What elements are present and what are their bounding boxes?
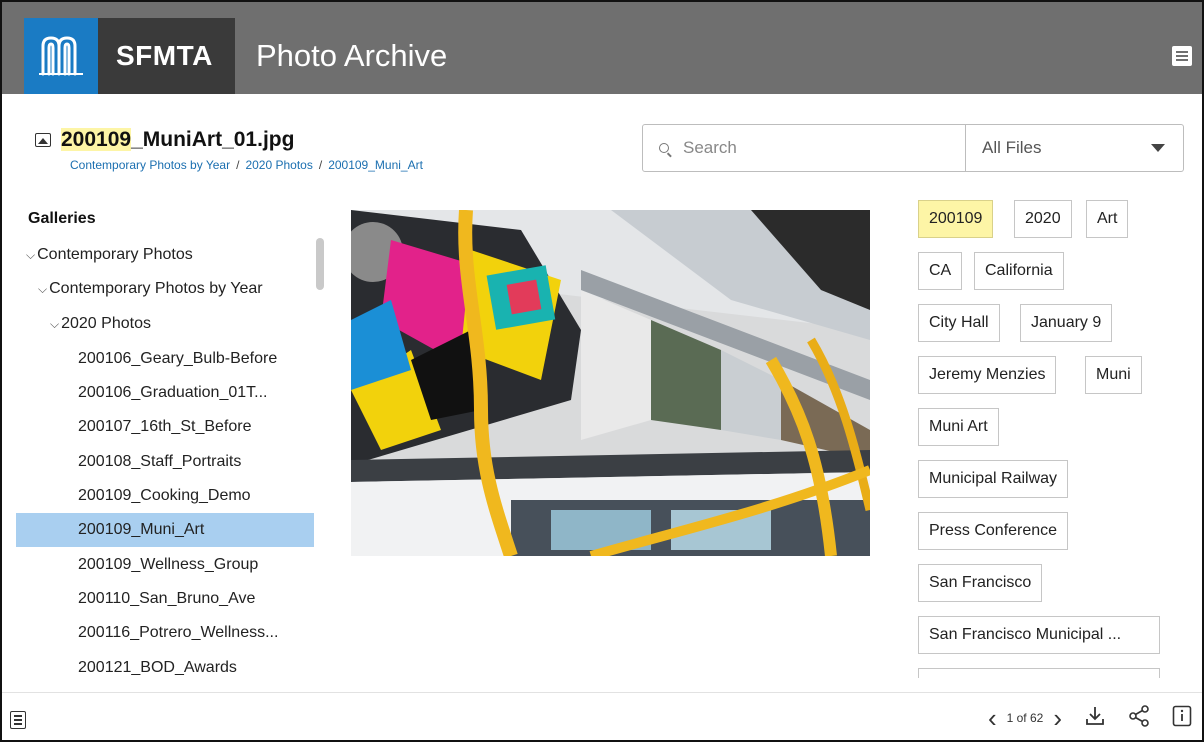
chevron-down-icon[interactable]: ⌵	[26, 248, 35, 262]
tree-item[interactable]: 200121_BOD_Awards	[16, 651, 314, 685]
next-page-button[interactable]: ›	[1053, 705, 1062, 731]
tag-list: 200109 2020 Art CA California City Hall …	[918, 200, 1198, 678]
tag-chip[interactable]: San Francisco Municipal ...	[918, 616, 1160, 654]
tag-chip[interactable]: CA	[918, 252, 963, 290]
file-filter-select[interactable]: All Files	[966, 124, 1184, 172]
galleries-heading: Galleries	[28, 210, 96, 227]
chevron-down-icon	[1151, 144, 1165, 152]
search-box	[642, 124, 966, 172]
filter-value: All Files	[982, 138, 1042, 157]
breadcrumb-link[interactable]: 200109_Muni_Art	[328, 158, 423, 172]
sfmta-logo[interactable]: SFMTA	[24, 18, 235, 94]
tree-item[interactable]: 200110_San_Bruno_Ave	[16, 582, 314, 616]
tree-item[interactable]: 200106_Graduation_01T...	[16, 376, 314, 410]
page-indicator: 1 of 62	[1006, 711, 1044, 725]
tree-item[interactable]: 200108_Staff_Portraits	[16, 445, 314, 479]
breadcrumb-link[interactable]: 2020 Photos	[245, 158, 312, 172]
file-name-highlight: 200109	[61, 128, 132, 151]
chevron-down-icon[interactable]: ⌵	[38, 282, 47, 296]
tag-chip[interactable]: San Francisco	[918, 564, 1043, 602]
tree-item-contemporary-photos[interactable]: ⌵ Contemporary Photos	[16, 238, 314, 272]
file-title: 200109_MuniArt_01.jpg	[35, 128, 294, 152]
tag-chip[interactable]: Art	[1086, 200, 1129, 238]
tree-item[interactable]: 200109_Cooking_Demo	[16, 479, 314, 513]
tag-chip[interactable]: Press Conference	[918, 512, 1069, 550]
tree-item[interactable]: 200116_Potrero_Wellness...	[16, 616, 314, 650]
list-view-icon[interactable]	[10, 711, 26, 729]
top-bar: SFMTA Photo Archive	[2, 2, 1202, 94]
info-icon[interactable]	[1172, 705, 1192, 732]
tree-item-photos-by-year[interactable]: ⌵ Contemporary Photos by Year	[16, 272, 314, 306]
share-icon[interactable]	[1128, 704, 1150, 732]
breadcrumb: Contemporary Photos by Year / 2020 Photos /…	[70, 158, 423, 172]
muni-worm-logo-icon	[24, 18, 98, 94]
tag-chip-partial[interactable]	[918, 668, 1160, 678]
image-file-icon	[35, 133, 51, 147]
tag-chip[interactable]: Municipal Railway	[918, 460, 1069, 498]
tag-chip[interactable]: City Hall	[918, 304, 1000, 342]
tree-item-label: Contemporary Photos	[37, 246, 193, 263]
tag-chip[interactable]: Jeremy Menzies	[918, 356, 1057, 394]
pager: ‹ 1 of 62 ›	[988, 703, 1192, 733]
tag-chip[interactable]: California	[974, 252, 1064, 290]
file-name-rest: _MuniArt_01.jpg	[131, 128, 295, 151]
photo-preview[interactable]	[351, 210, 870, 556]
app-window: SFMTA Photo Archive 200109_MuniArt_01.jp…	[0, 0, 1204, 742]
tree-item[interactable]: 200106_Geary_Bulb-Before	[16, 342, 314, 376]
breadcrumb-separator: /	[318, 158, 323, 172]
download-icon[interactable]	[1084, 705, 1106, 732]
breadcrumb-separator: /	[236, 158, 240, 172]
previous-page-button[interactable]: ‹	[988, 705, 997, 731]
breadcrumb-link[interactable]: Contemporary Photos by Year	[70, 158, 230, 172]
tree-item-selected[interactable]: 200109_Muni_Art	[16, 513, 314, 547]
tag-chip[interactable]: 2020	[1014, 200, 1072, 238]
logo-text: SFMTA	[116, 40, 213, 71]
search-icon	[659, 143, 669, 153]
app-title: Photo Archive	[256, 38, 448, 73]
galleries-sidebar: Galleries ⌵ Contemporary Photos ⌵ Contempo…	[16, 202, 314, 688]
tag-chip[interactable]: January 9	[1020, 304, 1113, 342]
tree-item-2020-photos[interactable]: ⌵ 2020 Photos	[16, 307, 314, 341]
tag-chip[interactable]: 200109	[918, 200, 994, 238]
tree-item[interactable]: 200109_Wellness_Group	[16, 548, 314, 582]
footer-toolbar: ‹ 1 of 62 ›	[2, 692, 1202, 740]
search-input[interactable]	[681, 137, 945, 159]
tree-item[interactable]: 200107_16th_St_Before	[16, 410, 314, 444]
tree-item-label: Contemporary Photos by Year	[49, 280, 263, 297]
tree-item-label: 2020 Photos	[61, 315, 151, 332]
chevron-down-icon[interactable]: ⌵	[50, 317, 59, 331]
file-name: 200109_MuniArt_01.jpg	[61, 128, 294, 152]
tag-chip[interactable]: Muni	[1085, 356, 1142, 394]
bus-interior-photo-image	[351, 210, 870, 556]
tag-chip[interactable]: Muni Art	[918, 408, 999, 446]
menu-icon[interactable]	[1172, 46, 1192, 66]
sidebar-scrollbar[interactable]	[316, 238, 324, 290]
